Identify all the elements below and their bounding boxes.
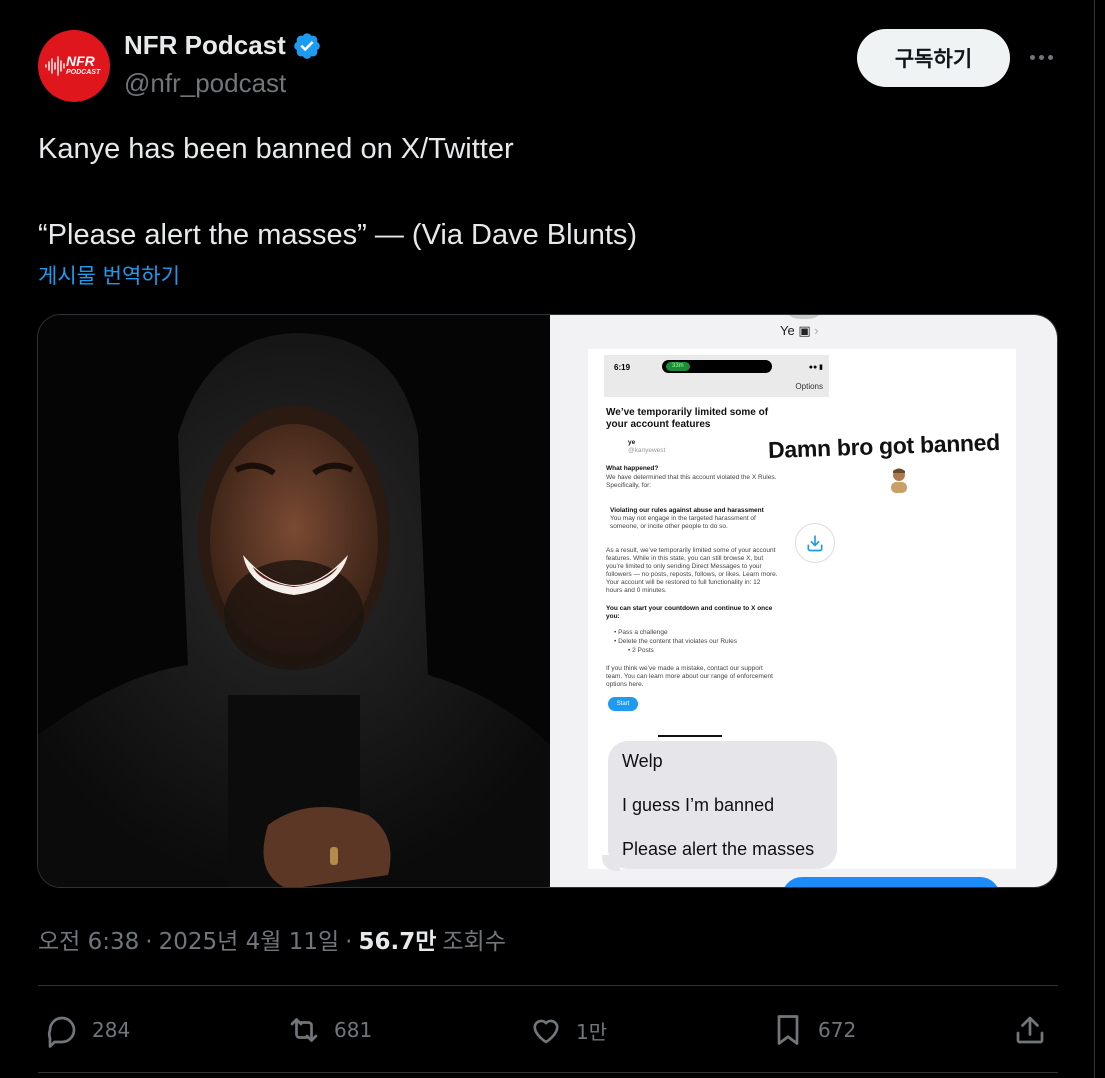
repost-count: 681 xyxy=(334,1018,373,1042)
contact-name: Ye xyxy=(780,323,795,338)
imessage-line: I guess I’m banned xyxy=(622,795,775,815)
bullet-challenge: • Pass a challenge xyxy=(614,629,668,636)
options-label: Options xyxy=(795,382,823,391)
author-avatar[interactable]: NFR PODCAST xyxy=(38,30,110,102)
divider xyxy=(38,1072,1058,1073)
battery-icon: ●● ▮ xyxy=(808,364,823,371)
action-bar: 284 681 1만 672 xyxy=(0,1006,1105,1054)
repost-button[interactable]: 681 xyxy=(286,1006,372,1054)
contact-header: Ye ▣ › xyxy=(780,323,819,339)
bullet-posts: • 2 Posts xyxy=(628,647,654,654)
contact-avatar xyxy=(782,315,826,319)
avatar-logo-line1: NFR xyxy=(66,53,95,69)
translate-post-link[interactable]: 게시물 번역하기 xyxy=(38,260,180,290)
violation-block: Violating our rules against abuse and ha… xyxy=(610,507,778,531)
imessage-bubble: Welp I guess I’m banned Please alert the… xyxy=(608,741,837,869)
start-button: Start xyxy=(608,697,638,711)
restriction-heading: We’ve temporarily limited some of your a… xyxy=(606,407,769,430)
tweet-detail: NFR PODCAST NFR Podcast @nfr_podcast 구독하… xyxy=(0,0,1105,1078)
avatar-logo-line2: PODCAST xyxy=(66,69,101,76)
reply-icon xyxy=(47,1016,76,1048)
media-photo-portrait[interactable] xyxy=(38,315,550,887)
phone-time: 6:19 xyxy=(614,363,631,372)
subscribe-button[interactable]: 구독하기 xyxy=(857,29,1010,87)
author-handle[interactable]: @nfr_podcast xyxy=(124,68,286,99)
call-pill: 33m xyxy=(666,362,690,371)
portrait-illustration xyxy=(38,315,550,887)
dynamic-island: 33m xyxy=(662,360,772,373)
bookmark-button[interactable]: 672 xyxy=(770,1006,856,1054)
ninja-emoji-icon: ▣ xyxy=(798,323,811,338)
views-count: 56.7만 xyxy=(358,929,437,955)
divider xyxy=(38,985,1058,986)
download-icon[interactable] xyxy=(795,523,835,563)
more-icon[interactable] xyxy=(1024,42,1058,72)
tweet-text-line: “Please alert the masses” — (Via Dave Bl… xyxy=(38,219,638,251)
author-display-name[interactable]: NFR Podcast xyxy=(124,30,286,61)
tweet-text: Kanye has been banned on X/Twitter “Plea… xyxy=(38,128,1058,257)
tweet-text-line: Kanye has been banned on X/Twitter xyxy=(38,133,514,165)
heart-icon xyxy=(533,1019,559,1044)
tweet-text-spacer xyxy=(38,171,1058,214)
soundwave-icon xyxy=(45,56,65,76)
imessage-line: Please alert the masses xyxy=(622,839,815,859)
verified-badge-icon[interactable] xyxy=(292,31,322,61)
share-button[interactable] xyxy=(1012,1006,1048,1054)
meta-separator: · xyxy=(345,929,353,955)
like-button[interactable]: 1만 xyxy=(528,1006,607,1054)
more-dot xyxy=(1029,54,1035,60)
what-happened-text: We have determined that this account vio… xyxy=(606,474,777,489)
column-divider xyxy=(1094,0,1095,1078)
views-label: 조회수 xyxy=(442,929,506,955)
home-indicator xyxy=(658,735,722,737)
sent-message-bubble xyxy=(782,877,1000,887)
meta-separator: · xyxy=(145,929,153,955)
chevron-right-icon: › xyxy=(814,323,819,338)
phone-status-bar: 6:19 33m ●● ▮ Options xyxy=(604,355,829,397)
reply-button[interactable]: 284 xyxy=(44,1006,130,1054)
post-date[interactable]: 2025년 4월 11일 xyxy=(159,922,340,956)
account-handle-text: @kanyewest xyxy=(628,447,666,454)
tweet-media[interactable]: Ye ▣ › 6:19 33m ●● ▮ Options We’ve tempo… xyxy=(37,314,1058,888)
author-name-row: NFR Podcast xyxy=(124,30,322,61)
bookmark-count: 672 xyxy=(818,1018,857,1042)
post-time[interactable]: 오전 6:38 xyxy=(38,922,139,956)
bullet-delete: • Delete the content that violates our R… xyxy=(614,638,737,645)
avatar-logo: NFR PODCAST xyxy=(66,54,106,76)
more-dot xyxy=(1038,54,1044,60)
more-dot xyxy=(1047,54,1053,60)
bookmark-icon xyxy=(777,1015,799,1045)
account-name-text: ye xyxy=(628,439,636,446)
reply-count: 284 xyxy=(92,1018,131,1042)
like-count: 1만 xyxy=(576,1019,608,1044)
mistake-text: If you think we’ve made a mistake, conta… xyxy=(606,665,773,688)
tweet-meta: 오전 6:38 · 2025년 4월 11일 · 56.7만 조회수 xyxy=(38,922,506,956)
countdown-text: You can start your countdown and continu… xyxy=(606,605,773,620)
what-happened-label: What happened? xyxy=(606,465,659,472)
share-icon xyxy=(1016,1016,1044,1044)
media-photo-screenshot[interactable]: Ye ▣ › 6:19 33m ●● ▮ Options We’ve tempo… xyxy=(550,315,1057,887)
shrug-emoji-icon xyxy=(891,468,907,493)
result-text: As a result, we’ve temporarily limited s… xyxy=(606,547,778,594)
violation-text: You may not engage in the targeted haras… xyxy=(610,515,756,530)
violation-title: Violating our rules against abuse and ha… xyxy=(610,507,764,514)
repost-icon xyxy=(290,1018,318,1042)
imessage-line: Welp xyxy=(622,751,663,771)
